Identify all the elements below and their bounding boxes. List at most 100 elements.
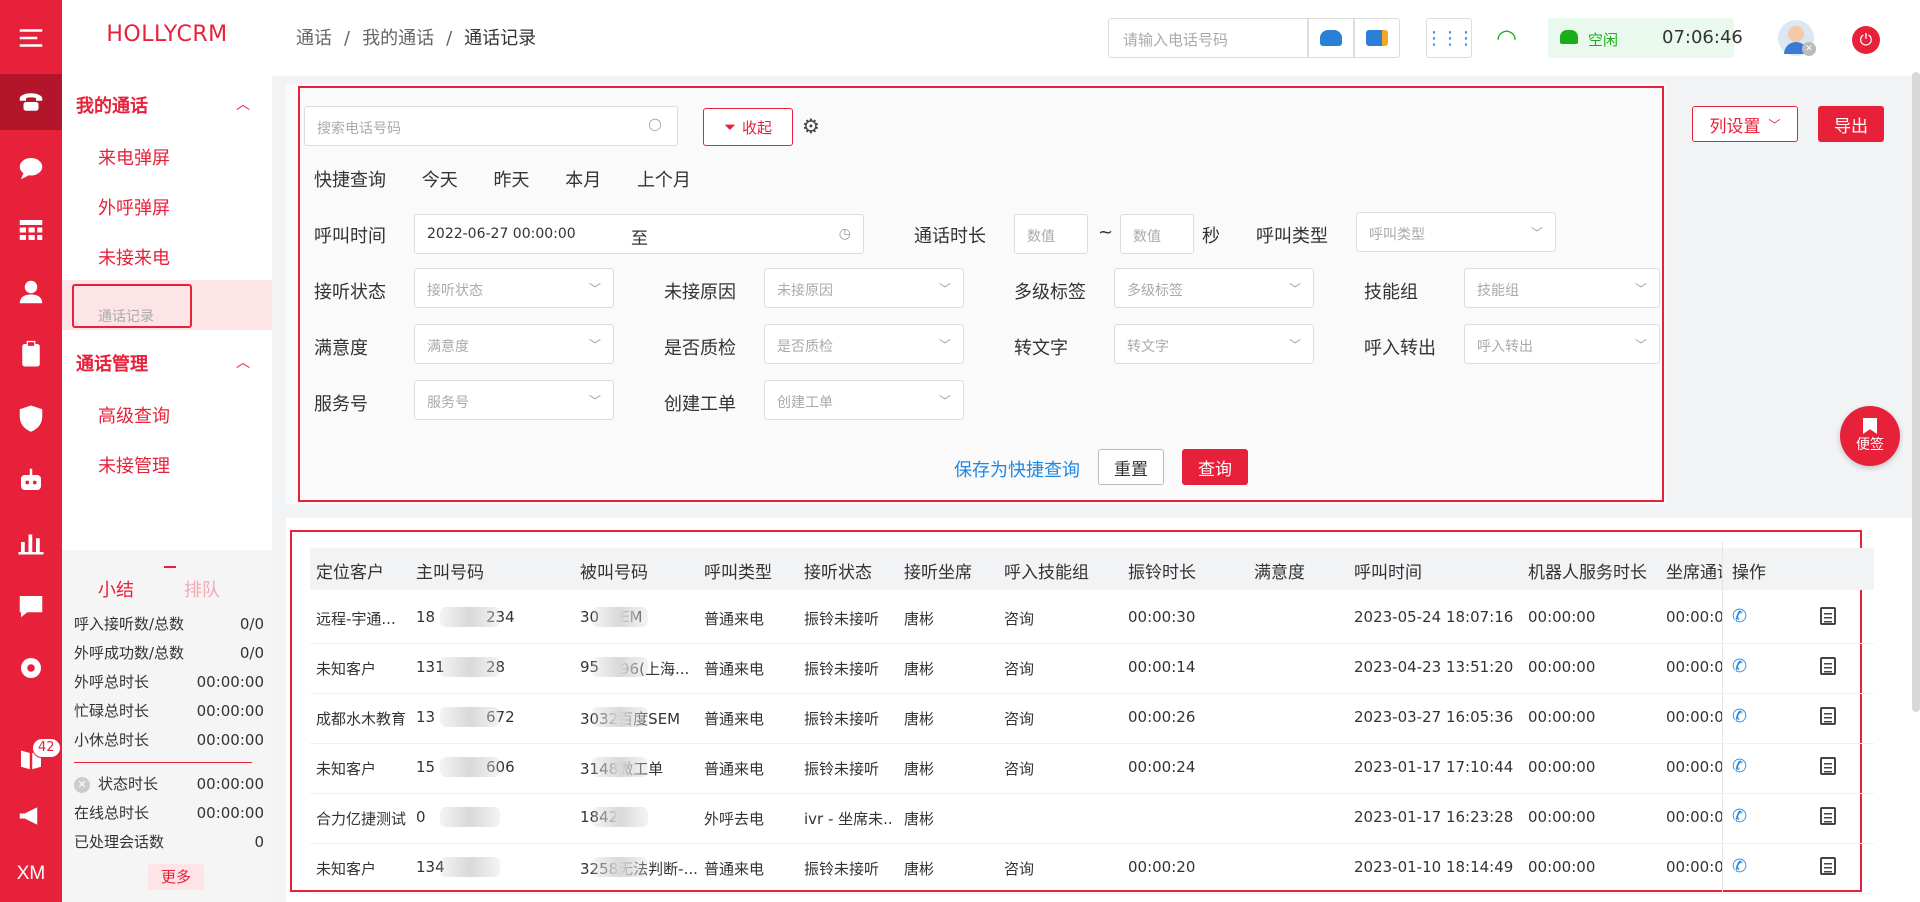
save-quick-query-link[interactable]: 保存为快捷查询 bbox=[954, 456, 1080, 482]
quick-today[interactable]: 今天 bbox=[422, 170, 458, 191]
detail-icon[interactable] bbox=[1820, 657, 1836, 675]
filter-icon: ⏷ bbox=[723, 118, 736, 136]
close-circle-icon[interactable]: ✕ bbox=[74, 777, 90, 793]
export-button[interactable]: 导出 bbox=[1818, 106, 1884, 142]
reset-button[interactable]: 重置 bbox=[1098, 449, 1164, 485]
call-back-icon[interactable]: ✆ bbox=[1732, 656, 1747, 677]
transfer-select[interactable]: 呼入转出 ﹀ bbox=[1464, 324, 1660, 364]
quick-last-month[interactable]: 上个月 bbox=[637, 170, 691, 191]
qc-select[interactable]: 是否质检 ﹀ bbox=[764, 324, 964, 364]
wifi-icon: ◠ bbox=[1496, 24, 1517, 52]
detail-icon[interactable] bbox=[1820, 707, 1836, 725]
column-settings-button[interactable]: 列设置 ﹀ bbox=[1692, 106, 1798, 142]
dial-button[interactable] bbox=[1308, 18, 1354, 58]
robot-icon[interactable] bbox=[0, 452, 62, 508]
duration-min-input[interactable]: 数值 bbox=[1014, 214, 1088, 254]
bookmark-icon bbox=[1863, 418, 1877, 434]
status-timer: 07:06:46 bbox=[1662, 27, 1743, 48]
user-icon[interactable] bbox=[0, 264, 62, 320]
bar-chart-icon[interactable] bbox=[0, 514, 62, 570]
tab-summary[interactable]: 小结 bbox=[98, 580, 134, 601]
table-cell: 普通来电 bbox=[704, 660, 765, 678]
detail-icon[interactable] bbox=[1820, 807, 1836, 825]
masked-number bbox=[592, 807, 648, 827]
masked-number bbox=[592, 857, 648, 877]
nav-item-call-records[interactable]: 通话记录 bbox=[72, 284, 192, 328]
calltime-range-input[interactable]: 2022-06-27 00:00:00 至 ◷ bbox=[414, 214, 864, 254]
asr-select[interactable]: 转文字 ﹀ bbox=[1114, 324, 1314, 364]
calltype-select[interactable]: 呼叫类型 ﹀ bbox=[1356, 212, 1556, 252]
menu-icon[interactable] bbox=[0, 10, 62, 66]
call-back-icon[interactable]: ✆ bbox=[1732, 806, 1747, 827]
nav-item-missed-management[interactable]: 未接管理 bbox=[98, 452, 258, 482]
book-icon[interactable]: 42 bbox=[0, 730, 62, 786]
search-phone-input[interactable]: 搜索电话号码 bbox=[304, 106, 678, 146]
masked-number bbox=[592, 607, 648, 627]
detail-icon[interactable] bbox=[1820, 757, 1836, 775]
settings-icon[interactable] bbox=[0, 640, 62, 696]
nav-group-call-management[interactable]: 通话管理 ︿ bbox=[76, 350, 266, 378]
call-back-icon[interactable]: ✆ bbox=[1732, 856, 1747, 877]
agent-status[interactable]: 空闲 07:06:46 bbox=[1548, 18, 1743, 58]
call-back-icon[interactable]: ✆ bbox=[1732, 706, 1747, 727]
duration-label: 通话时长 bbox=[914, 226, 986, 247]
nav-group-my-calls[interactable]: 我的通话 ︿ bbox=[76, 92, 266, 120]
phone-icon[interactable] bbox=[0, 74, 62, 130]
call-back-icon[interactable]: ✆ bbox=[1732, 606, 1747, 627]
power-icon: ⏻ bbox=[1859, 30, 1873, 49]
duration-max-input[interactable]: 数值 bbox=[1120, 214, 1194, 254]
avatar[interactable]: ✕ bbox=[1778, 20, 1816, 56]
page-scrollbar[interactable] bbox=[1912, 72, 1920, 712]
chevron-down-icon: ﹀ bbox=[1530, 226, 1543, 240]
stat-row: 外呼总时长 00:00:00 bbox=[74, 673, 264, 691]
xm-label[interactable]: XM bbox=[0, 846, 62, 902]
status-text: 空闲 bbox=[1588, 31, 1619, 49]
skill-group-select[interactable]: 技能组 ﹀ bbox=[1464, 268, 1660, 308]
query-button[interactable]: 查询 bbox=[1182, 449, 1248, 485]
tab-queue[interactable]: 排队 bbox=[184, 580, 220, 601]
detail-icon[interactable] bbox=[1820, 857, 1836, 875]
message-icon[interactable] bbox=[0, 578, 62, 634]
satisfaction-select[interactable]: 满意度 ﹀ bbox=[414, 324, 614, 364]
answer-status-select[interactable]: 接听状态 ﹀ bbox=[414, 268, 614, 308]
table-cell: 00:00:00 bbox=[1528, 658, 1596, 676]
megaphone-icon[interactable] bbox=[0, 788, 62, 844]
close-icon[interactable]: ✕ bbox=[1802, 42, 1816, 56]
nav-item-outgoing-popup[interactable]: 外呼弹屏 bbox=[98, 194, 258, 224]
call-back-icon[interactable]: ✆ bbox=[1732, 756, 1747, 777]
service-number-select[interactable]: 服务号 ﹀ bbox=[414, 380, 614, 420]
chevron-down-icon: ﹀ bbox=[1288, 282, 1301, 296]
nav-item-missed-calls[interactable]: 未接来电 bbox=[98, 244, 258, 274]
table-cell: 00:00:14 bbox=[1128, 658, 1196, 676]
miss-reason-select[interactable]: 未接原因 ﹀ bbox=[764, 268, 964, 308]
clipboard-icon[interactable] bbox=[0, 326, 62, 382]
phone-number-input[interactable]: 请输入电话号码 bbox=[1108, 18, 1308, 58]
chevron-down-icon: ﹀ bbox=[1288, 338, 1301, 352]
more-button[interactable]: 更多 bbox=[148, 864, 204, 890]
table-cell: 外呼去电 bbox=[704, 810, 765, 828]
sms-button[interactable] bbox=[1354, 18, 1400, 58]
masked-number bbox=[440, 857, 500, 877]
stat-row: 已处理会话数 0 bbox=[74, 833, 264, 851]
memo-button[interactable]: 便签 bbox=[1840, 406, 1900, 466]
detail-icon[interactable] bbox=[1820, 607, 1836, 625]
nav-item-incoming-popup[interactable]: 来电弹屏 bbox=[98, 144, 258, 174]
grid-icon[interactable] bbox=[0, 202, 62, 258]
power-button[interactable]: ⏻ bbox=[1852, 26, 1880, 54]
table-cell: 00:00:30 bbox=[1128, 608, 1196, 626]
collapse-button[interactable]: ⏷ 收起 bbox=[703, 108, 793, 146]
keypad-button[interactable]: ⋮⋮⋮ bbox=[1425, 18, 1475, 58]
tag-select[interactable]: 多级标签 ﹀ bbox=[1114, 268, 1314, 308]
table-cell: 00:00:00 bbox=[1666, 608, 1722, 626]
chat-icon[interactable] bbox=[0, 140, 62, 196]
nav-item-advanced-query[interactable]: 高级查询 bbox=[98, 402, 258, 432]
ticket-select[interactable]: 创建工单 ﹀ bbox=[764, 380, 964, 420]
chevron-down-icon: ﹀ bbox=[938, 338, 951, 352]
gear-icon[interactable]: ⚙ bbox=[802, 114, 820, 138]
quick-this-month[interactable]: 本月 bbox=[565, 170, 601, 191]
quick-yesterday[interactable]: 昨天 bbox=[493, 170, 529, 191]
chevron-up-icon: ︿ bbox=[236, 97, 250, 113]
table-cell: 唐彬 bbox=[904, 710, 935, 728]
table-cell: 0 bbox=[416, 808, 426, 826]
shield-icon[interactable] bbox=[0, 390, 62, 446]
